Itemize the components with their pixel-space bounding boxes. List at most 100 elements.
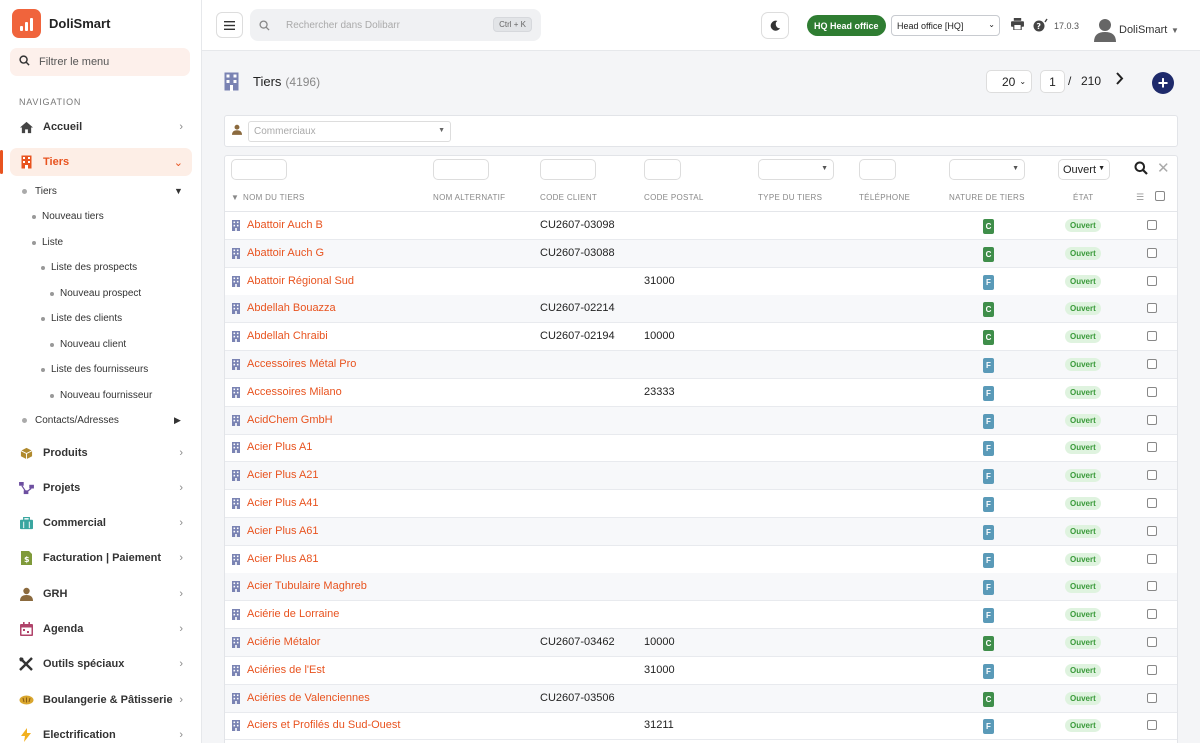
filter-nature-select[interactable]: ▼ xyxy=(949,159,1025,180)
sub-item-nouveau-client[interactable]: Nouveau client xyxy=(50,339,126,350)
row-checkbox[interactable] xyxy=(1147,220,1157,230)
col-etat[interactable]: ÉTAT xyxy=(1073,193,1093,202)
col-cp[interactable]: CODE POSTAL xyxy=(644,193,704,202)
row-checkbox[interactable] xyxy=(1147,247,1157,258)
print-icon[interactable] xyxy=(1011,18,1024,33)
tiers-name-link[interactable]: Acier Plus A41 xyxy=(247,497,319,509)
tiers-name-link[interactable]: Acier Plus A81 xyxy=(247,553,319,565)
clear-filter-button[interactable]: ✕ xyxy=(1157,159,1170,177)
row-checkbox[interactable] xyxy=(1147,692,1157,703)
nav-item-outils[interactable]: Outils spéciaux › xyxy=(10,650,192,678)
apply-filter-button[interactable] xyxy=(1134,161,1148,178)
sub-item-contacts[interactable]: Contacts/Adresses xyxy=(22,415,119,426)
tiers-name-link[interactable]: Abattoir Auch B xyxy=(247,219,323,231)
sub-item-tiers[interactable]: Tiers xyxy=(22,186,57,197)
filter-tel-input[interactable] xyxy=(859,159,896,180)
global-search-input[interactable]: Rechercher dans Dolibarr Ctrl + K xyxy=(250,9,541,41)
help-icon[interactable]: ? xyxy=(1033,18,1049,35)
nav-item-boulangerie[interactable]: Boulangerie & Pâtisserie › xyxy=(10,686,192,714)
nav-item-agenda[interactable]: Agenda › xyxy=(10,615,192,643)
nav-item-facturation[interactable]: $ Facturation | Paiement › xyxy=(10,544,192,572)
tiers-name-link[interactable]: Acier Plus A21 xyxy=(247,469,319,481)
filter-nom-input[interactable] xyxy=(231,159,287,180)
tiers-name-link[interactable]: Accessoires Milano xyxy=(247,386,342,398)
tiers-name-link[interactable]: Abdellah Chraibi xyxy=(247,330,328,342)
row-checkbox[interactable] xyxy=(1147,359,1157,369)
tiers-name-link[interactable]: Aciers et Profilés du Sud-Ouest xyxy=(247,719,400,731)
nav-item-electrification[interactable]: Electrification › xyxy=(10,721,192,743)
sub-item-nouveau-prospect[interactable]: Nouveau prospect xyxy=(50,288,141,299)
dark-mode-button[interactable] xyxy=(761,12,789,39)
filter-code-input[interactable] xyxy=(540,159,596,180)
row-checkbox[interactable] xyxy=(1147,331,1157,342)
entity-select[interactable]: Head office [HQ] ⌄ xyxy=(891,15,1000,36)
col-type[interactable]: TYPE DU TIERS xyxy=(758,193,822,202)
sub-item-liste-clients[interactable]: Liste des clients xyxy=(41,313,122,324)
tiers-name-link[interactable]: Abdellah Bouazza xyxy=(247,302,336,314)
row-checkbox[interactable] xyxy=(1147,498,1157,508)
page-size-select[interactable]: 20 ⌄ xyxy=(986,70,1032,93)
row-checkbox[interactable] xyxy=(1147,664,1157,675)
filter-type-select[interactable]: ▼ xyxy=(758,159,834,180)
sub-item-nouveau-fournisseur[interactable]: Nouveau fournisseur xyxy=(50,390,152,401)
row-checkbox[interactable] xyxy=(1147,303,1157,314)
row-checkbox[interactable] xyxy=(1147,414,1157,425)
chevron-down-icon[interactable]: ▼ xyxy=(1171,26,1179,35)
tiers-name-link[interactable]: Acier Plus A61 xyxy=(247,525,319,537)
tiers-name-link[interactable]: Accessoires Métal Pro xyxy=(247,358,356,370)
filter-alt-input[interactable] xyxy=(433,159,489,180)
nav-item-grh[interactable]: GRH › xyxy=(10,580,192,608)
col-tel[interactable]: TÉLÉPHONE xyxy=(859,193,910,202)
tiers-name-link[interactable]: Acier Plus A1 xyxy=(247,441,312,453)
menu-toggle-button[interactable] xyxy=(216,12,243,38)
commerciaux-select[interactable]: Commerciaux ▼ xyxy=(248,121,451,142)
tiers-name-link[interactable]: Acier Tubulaire Maghreb xyxy=(247,580,367,592)
brand[interactable]: DoliSmart xyxy=(0,0,201,46)
sub-item-nouveau-tiers[interactable]: Nouveau tiers xyxy=(32,211,104,222)
tiers-name-link[interactable]: Abattoir Régional Sud xyxy=(247,275,354,287)
sub-item-liste[interactable]: Liste xyxy=(32,237,63,248)
sub-item-liste-prospects[interactable]: Liste des prospects xyxy=(41,262,137,273)
select-all-checkbox[interactable] xyxy=(1155,191,1165,201)
col-code[interactable]: CODE CLIENT xyxy=(540,193,597,202)
row-checkbox[interactable] xyxy=(1147,386,1157,397)
caret-right-icon[interactable]: ▶ xyxy=(174,415,181,426)
avatar[interactable] xyxy=(1094,18,1116,42)
add-tiers-button[interactable]: + xyxy=(1152,72,1174,94)
entity-badge[interactable]: HQ Head office xyxy=(807,15,886,36)
nav-item-tiers[interactable]: Tiers ⌄ xyxy=(0,148,192,176)
tiers-name-link[interactable]: Abattoir Auch G xyxy=(247,247,324,259)
col-nom[interactable]: NOM DU TIERS xyxy=(243,193,305,202)
row-checkbox[interactable] xyxy=(1147,609,1157,620)
row-checkbox[interactable] xyxy=(1147,581,1157,592)
row-checkbox[interactable] xyxy=(1147,720,1157,731)
row-checkbox[interactable] xyxy=(1147,442,1157,453)
nav-item-commercial[interactable]: Commercial › xyxy=(10,509,192,537)
user-name[interactable]: DoliSmart xyxy=(1119,24,1167,36)
list-columns-icon[interactable]: ☰ xyxy=(1136,192,1144,203)
tiers-name-link[interactable]: AcidChem GmbH xyxy=(247,414,333,426)
building-icon xyxy=(224,72,239,91)
nav-item-projets[interactable]: Projets › xyxy=(10,474,192,502)
menu-filter-input[interactable]: Filtrer le menu xyxy=(10,48,190,76)
tiers-name-link[interactable]: Aciérie Métalor xyxy=(247,636,320,648)
nav-item-accueil[interactable]: Accueil › xyxy=(10,113,192,141)
next-page-button[interactable] xyxy=(1115,72,1124,90)
sub-item-liste-fournisseurs[interactable]: Liste des fournisseurs xyxy=(41,364,148,375)
row-checkbox[interactable] xyxy=(1147,525,1157,536)
row-checkbox[interactable] xyxy=(1147,275,1157,286)
filter-cp-input[interactable] xyxy=(644,159,681,180)
page-number-input[interactable]: 1 xyxy=(1040,70,1065,93)
tiers-name-link[interactable]: Aciéries de Valenciennes xyxy=(247,692,370,704)
row-checkbox[interactable] xyxy=(1147,553,1157,564)
row-checkbox[interactable] xyxy=(1147,637,1157,647)
tiers-name-link[interactable]: Aciéries de l'Est xyxy=(247,664,325,676)
row-checkbox[interactable] xyxy=(1147,470,1157,481)
col-alt[interactable]: NOM ALTERNATIF xyxy=(433,193,505,202)
nav-item-produits[interactable]: Produits › xyxy=(10,439,192,467)
filter-etat-select[interactable]: Ouvert ▼ xyxy=(1058,159,1110,180)
bullet-icon xyxy=(32,214,36,219)
caret-down-icon[interactable]: ▼ xyxy=(174,186,183,196)
col-nature[interactable]: NATURE DE TIERS xyxy=(949,193,1025,202)
tiers-name-link[interactable]: Aciérie de Lorraine xyxy=(247,608,339,620)
